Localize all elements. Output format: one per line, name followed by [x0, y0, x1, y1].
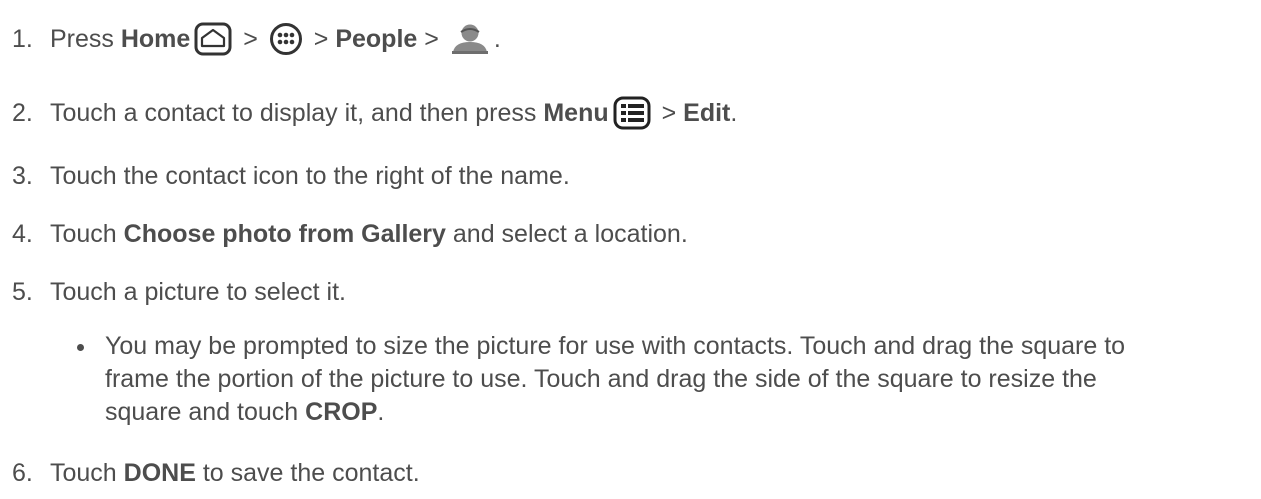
bullet-dot [77, 344, 84, 351]
step-number: 3. [12, 162, 33, 190]
bullet-line-text: square and touch [105, 398, 306, 426]
menu-label: Menu [543, 99, 609, 127]
step-number: 5. [12, 278, 33, 306]
step-end: . [730, 99, 738, 127]
bullet-line: frame the portion of the picture to use.… [105, 365, 1097, 393]
choose-photo-label: Choose photo from Gallery [123, 220, 446, 248]
step-6: 6. Touch DONE to save the contact. [0, 456, 420, 490]
step-text: Touch [50, 220, 124, 248]
step-5: 5. Touch a picture to select it. [0, 275, 346, 309]
bullet-line: square and touch CROP. [105, 396, 1237, 429]
bullet-line: You may be prompted to size the picture … [105, 332, 1126, 360]
step-number: 6. [12, 459, 33, 487]
step-4: 4. Touch Choose photo from Gallery and s… [0, 217, 688, 251]
person-icon [450, 23, 490, 55]
done-label: DONE [123, 459, 196, 487]
people-label: People [335, 25, 418, 53]
step-number: 1. [12, 25, 33, 53]
bullet-text: You may be prompted to size the picture … [105, 330, 1237, 429]
apps-icon [269, 22, 303, 56]
step-text: and select a location. [445, 220, 688, 248]
menu-icon [613, 96, 651, 130]
separator: > [417, 25, 446, 53]
home-icon [194, 22, 232, 56]
step-3: 3. Touch the contact icon to the right o… [0, 159, 570, 193]
step-text: Touch a contact to display it, and then … [50, 99, 544, 127]
step-number: 2. [12, 99, 33, 127]
separator: > [654, 99, 684, 127]
edit-label: Edit [683, 99, 731, 127]
home-label: Home [120, 25, 191, 53]
step-end: . [493, 25, 501, 53]
crop-label: CROP [305, 398, 378, 426]
step-2: 2. Touch a contact to display it, and th… [0, 96, 737, 130]
step-1: 1. Press Home > > People > . [0, 22, 501, 56]
step-text: Touch a picture to select it. [50, 278, 346, 306]
step-5-bullet: You may be prompted to size the picture … [77, 330, 1237, 429]
separator: > [306, 25, 336, 53]
bullet-line-end: . [377, 398, 385, 426]
step-text: Press [50, 25, 121, 53]
step-text: to save the contact. [195, 459, 420, 487]
step-text: Touch [50, 459, 124, 487]
step-number: 4. [12, 220, 33, 248]
separator: > [236, 25, 265, 53]
step-text: Touch the contact icon to the right of t… [50, 162, 570, 190]
